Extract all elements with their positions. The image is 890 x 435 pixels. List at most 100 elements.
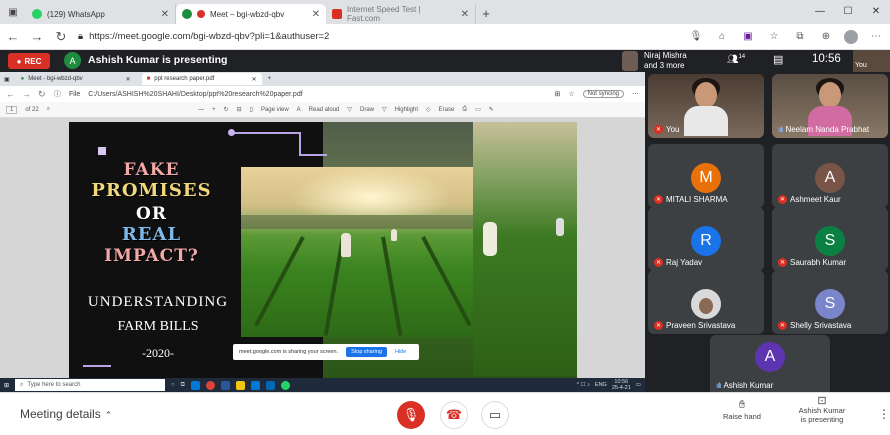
tree-line [241, 215, 473, 229]
close-tab-icon[interactable]: ✕ [312, 9, 320, 20]
participant-tile[interactable]: R ✕ Raj Yadav [648, 207, 764, 271]
people-icon: 👥︎ [727, 54, 739, 64]
participant-tile[interactable]: ✕ You [648, 74, 764, 138]
pdf-toolbar: 1 of 22 ⌕ — + ↻ ⊟ ▯ Page view A Read alo… [0, 102, 645, 118]
notification-icon: ▭ [635, 382, 641, 388]
meet-top-bar: ● REC A Ashish Kumar is presenting Niraj… [0, 50, 890, 72]
decor-line [299, 132, 301, 154]
speaking-indicator-icon: ıılı [716, 381, 722, 390]
tab-label: (129) WhatsApp [47, 9, 105, 19]
camera-permission-icon[interactable]: ⌂ [714, 31, 730, 42]
slide-title-line: FAKE [123, 160, 180, 180]
profile-avatar[interactable] [844, 29, 858, 44]
hang-up-icon: ☎︎ [445, 407, 463, 422]
crop-row [421, 236, 472, 327]
participant-avatar: M [691, 163, 721, 193]
rec-label: REC [24, 56, 42, 66]
recording-badge[interactable]: ● REC [8, 53, 50, 69]
decor-square [98, 147, 106, 155]
tab-whatsapp[interactable]: (129) WhatsApp ✕ [26, 4, 176, 24]
windows-start-icon: ⊞ [4, 382, 10, 389]
raise-hand-button[interactable]: ✋︎ Raise hand [722, 399, 762, 421]
more-menu-icon[interactable]: ⋯ [868, 31, 884, 42]
folder-icon [235, 380, 245, 390]
participant-tile[interactable]: ✕ Praveen Srivastava [648, 270, 764, 334]
participant-name: ✕ Praveen Srivastava [654, 321, 735, 330]
participant-name-text: Praveen Srivastava [666, 321, 736, 330]
participant-name-text: Saurabh Kumar [790, 258, 847, 267]
participant-name: ✕ Raj Yadav [654, 258, 702, 267]
meeting-details-button[interactable]: Meeting details ⌃ [20, 407, 112, 421]
mic-off-icon: ✕ [778, 195, 787, 204]
participant-name: ✕ You [654, 125, 680, 134]
pinned-participant-thumbnail[interactable] [622, 51, 638, 71]
bookmark-star-icon[interactable]: ☆ [766, 31, 782, 42]
participant-tile[interactable]: A ✕ Ashmeet Kaur [772, 144, 888, 208]
pdf-icon: ■ [146, 76, 151, 82]
participant-tile[interactable]: S ✕ Saurabh Kumar [772, 207, 888, 271]
info-icon: ⓘ [54, 91, 61, 98]
slide-year: -2020- [142, 346, 174, 360]
presentation-button[interactable]: ⊡ Ashish Kumar is presenting [792, 396, 852, 425]
mic-permission-icon[interactable]: 🎙︎ [688, 31, 704, 42]
collections-icon[interactable]: ⧉ [792, 31, 808, 42]
tab-meet[interactable]: Meet – bgi-wbzd-qbv ✕ [176, 4, 326, 24]
meet-bottom-bar: Meeting details ⌃ 🎙︎ ☎︎ ▭ ✋︎ Raise hand ⊡… [0, 392, 890, 435]
edge-icon [190, 380, 200, 390]
face-shape [819, 82, 841, 108]
participant-name-text: You [666, 125, 680, 134]
self-view-tile[interactable]: You [853, 50, 890, 72]
leave-call-button[interactable]: ☎︎ [440, 401, 468, 429]
close-window-icon[interactable]: ✕ [862, 0, 890, 24]
participant-tile[interactable]: ıılı Neelam Nanda Prabhat [772, 74, 888, 138]
tab-label: Meet – bgi-wbzd-qbv [210, 9, 285, 19]
inner-tab-label: Meet - bgi-wbzd-qbv [28, 76, 83, 82]
task-view-icon: ⧉ [180, 381, 185, 388]
maximize-icon[interactable]: ☐ [834, 0, 862, 24]
crop-row [381, 236, 403, 336]
slide-title-line: IMPACT? [104, 246, 199, 266]
farmer-figure [556, 218, 564, 236]
forward-icon[interactable]: → [30, 29, 44, 44]
more-options-icon[interactable]: ⋮ [878, 407, 890, 421]
url-field[interactable]: 🔒︎ https://meet.google.com/bgi-wbzd-qbv?… [78, 28, 678, 46]
people-count: 14 [738, 54, 746, 60]
slide-title-line: PROMISES [91, 180, 212, 201]
presenter-tile[interactable]: A ıılı Ashish Kumar [710, 335, 830, 392]
camera-toggle-button[interactable]: ▭ [481, 401, 509, 429]
reload-icon[interactable]: ↻ [54, 29, 68, 45]
slide-subtitle: FARM BILLS [117, 319, 199, 334]
chat-icon[interactable]: ▤ [773, 53, 783, 66]
body-shape [684, 106, 728, 136]
cortana-icon: ○ [171, 382, 175, 388]
minimize-icon[interactable]: — [806, 0, 834, 24]
screen-share-notice: meet.google.com is sharing your screen. … [233, 344, 419, 360]
decor-line [299, 154, 327, 156]
mic-toggle-button[interactable]: 🎙︎ [397, 401, 425, 429]
participant-tile[interactable]: S ✕ Shelly Srivastava [772, 270, 888, 334]
highlight-icon: ▽ [382, 107, 387, 113]
presenter-name: ıılı Ashish Kumar [716, 381, 773, 390]
farmer-figure [341, 233, 351, 257]
participant-name: ✕ Ashmeet Kaur [778, 195, 841, 204]
participant-avatar: S [815, 226, 845, 256]
inner-close-icon: ✕ [251, 76, 257, 83]
participant-name: ıılı Neelam Nanda Prabhat [778, 125, 869, 134]
slide-subtitle: UNDERSTANDING [87, 294, 229, 310]
close-tab-icon[interactable]: ✕ [161, 9, 169, 20]
participant-tile[interactable]: M ✕ MITALI SHARMA [648, 144, 764, 208]
presenter-avatar: A [755, 342, 785, 372]
participant-name: ✕ MITALI SHARMA [654, 195, 728, 204]
inner-tab-bar: ▣ ● Meet - bgi-wbzd-qbv ✕ ■ ppt research… [0, 72, 645, 86]
downloads-icon[interactable]: ⊕ [818, 31, 834, 42]
system-tray: ^ ☐ ♪ ENG 10:56 25-4-21 ▭ [577, 379, 641, 391]
participant-avatar: S [815, 289, 845, 319]
window-menu-icon[interactable]: ▣ [0, 0, 26, 24]
back-icon[interactable]: ← [6, 29, 20, 44]
extension-icon[interactable]: ▣ [740, 31, 756, 42]
tab-fastcom[interactable]: Internet Speed Test | Fast.com ✕ [326, 4, 476, 24]
close-tab-icon[interactable]: ✕ [461, 9, 469, 20]
people-button[interactable]: 👥︎14 [727, 54, 745, 65]
new-tab-button[interactable]: + [476, 4, 496, 24]
presenting-line2: is presenting [800, 415, 844, 424]
